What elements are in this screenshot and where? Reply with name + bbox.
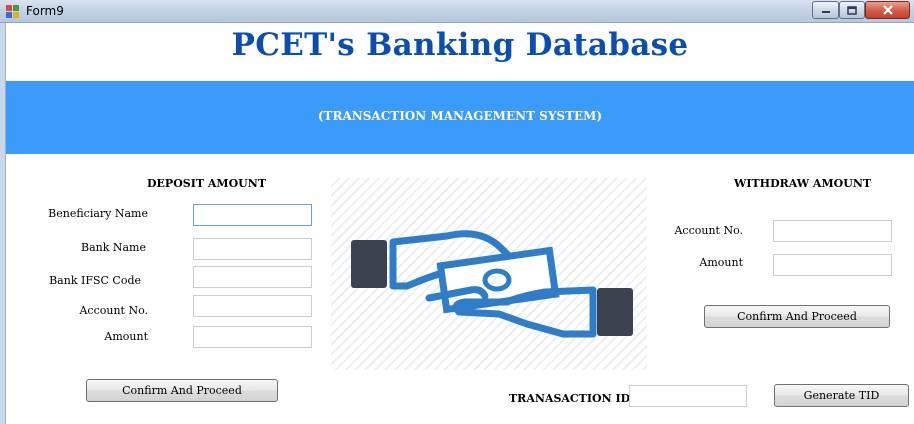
bank-name-label: Bank Name xyxy=(80,241,146,254)
page-subtitle: (TRANSACTION MANAGEMENT SYSTEM) xyxy=(317,109,603,123)
withdraw-heading: WITHDRAW AMOUNT xyxy=(734,177,872,190)
withdraw-amount-label: Amount xyxy=(699,256,743,269)
beneficiary-name-label: Beneficiary Name xyxy=(48,207,148,220)
generate-tid-button[interactable]: Generate TID xyxy=(774,384,909,407)
minimize-button[interactable] xyxy=(812,1,839,19)
bank-ifsc-input[interactable] xyxy=(193,266,312,288)
deposit-confirm-button[interactable]: Confirm And Proceed xyxy=(86,379,278,402)
window-titlebar[interactable]: Form9 xyxy=(0,0,914,23)
maximize-button[interactable] xyxy=(839,1,865,19)
bank-name-input[interactable] xyxy=(193,238,312,260)
money-transfer-illustration xyxy=(331,178,647,370)
money-transfer-hands-icon xyxy=(351,230,633,338)
close-button[interactable] xyxy=(865,1,910,19)
page-title: PCET's Banking Database xyxy=(231,27,689,63)
app-window-icon xyxy=(6,5,19,18)
header-banner: (TRANSACTION MANAGEMENT SYSTEM) xyxy=(6,81,914,154)
withdraw-amount-input[interactable] xyxy=(773,254,892,276)
withdraw-account-input[interactable] xyxy=(773,220,892,242)
window-title: Form9 xyxy=(26,4,64,18)
deposit-amount-label: Amount xyxy=(104,330,148,343)
deposit-heading: DEPOSIT AMOUNT xyxy=(147,177,267,190)
transaction-id-label: TRANASACTION ID xyxy=(509,392,631,405)
deposit-account-label: Account No. xyxy=(79,304,148,317)
bank-ifsc-label: Bank IFSC Code xyxy=(49,274,141,287)
deposit-amount-input[interactable] xyxy=(193,326,312,348)
withdraw-account-label: Account No. xyxy=(674,224,743,237)
deposit-account-input[interactable] xyxy=(193,295,312,317)
close-icon xyxy=(882,5,893,15)
minimize-icon xyxy=(821,11,830,13)
beneficiary-name-input[interactable] xyxy=(193,204,312,226)
withdraw-confirm-button[interactable]: Confirm And Proceed xyxy=(704,305,890,328)
transaction-id-input[interactable] xyxy=(629,385,747,407)
maximize-icon xyxy=(847,5,857,15)
